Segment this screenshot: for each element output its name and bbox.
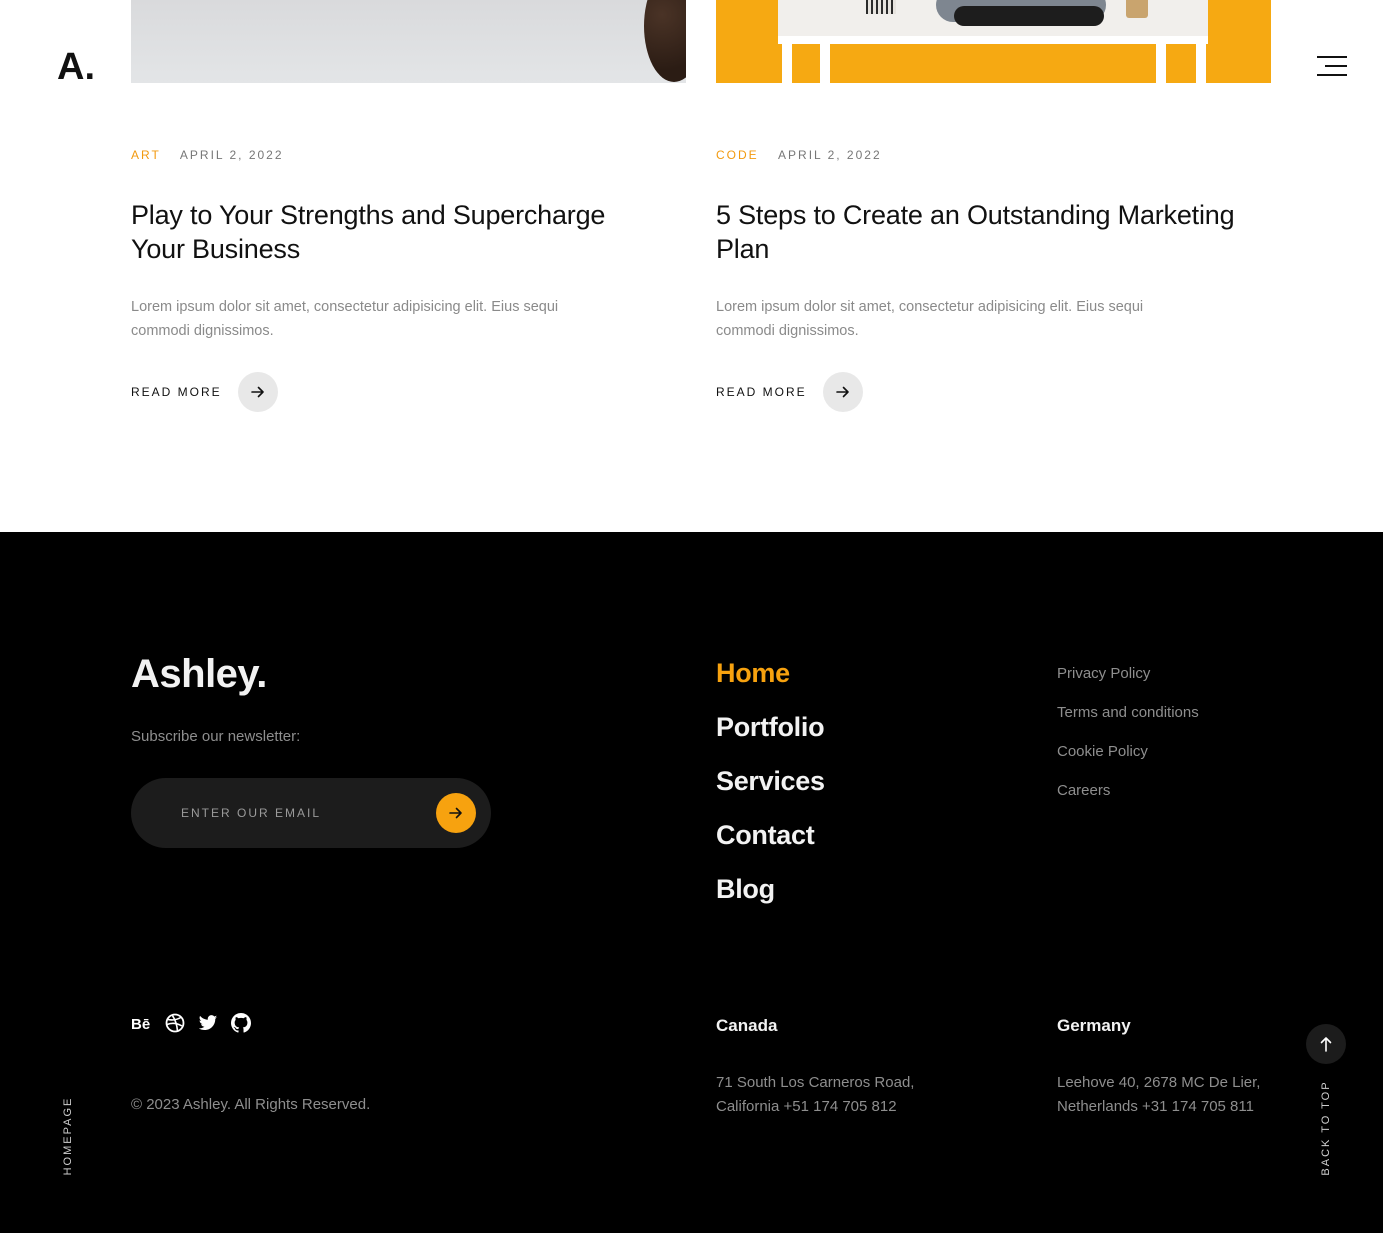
post-meta: CODE APRIL 2, 2022 <box>716 148 882 162</box>
office-address: Leehove 40, 2678 MC De Lier, Netherlands… <box>1057 1074 1261 1115</box>
footer-nav-contact[interactable]: Contact <box>716 808 825 862</box>
homepage-side-label: HOMEPAGE <box>62 1096 74 1176</box>
privacy-policy-link[interactable]: Privacy Policy <box>1057 654 1199 693</box>
post-date: APRIL 2, 2022 <box>179 148 284 162</box>
read-more-label: READ MORE <box>131 385 222 399</box>
arrow-up-icon <box>1320 1037 1332 1052</box>
office-country: Germany <box>1057 1016 1131 1035</box>
dribbble-icon[interactable] <box>164 1012 186 1034</box>
arrow-right-icon[interactable] <box>822 372 863 412</box>
footer-nav-portfolio[interactable]: Portfolio <box>716 700 825 754</box>
footer-nav-home[interactable]: Home <box>716 646 825 700</box>
footer-nav: Home Portfolio Services Contact Blog <box>716 646 825 916</box>
twitter-icon[interactable] <box>197 1012 219 1034</box>
github-icon[interactable] <box>230 1012 252 1034</box>
post-category[interactable]: CODE <box>716 148 759 162</box>
office-country: Canada <box>716 1016 778 1035</box>
footer-nav-blog[interactable]: Blog <box>716 862 825 916</box>
footer-nav-services[interactable]: Services <box>716 754 825 808</box>
terms-link[interactable]: Terms and conditions <box>1057 693 1199 732</box>
post-title[interactable]: 5 Steps to Create an Outstanding Marketi… <box>716 198 1236 266</box>
office-address: 71 South Los Carneros Road, California +… <box>716 1074 915 1115</box>
legal-links: Privacy Policy Terms and conditions Cook… <box>1057 654 1199 810</box>
back-to-top-label[interactable]: BACK TO TOP <box>1320 1080 1332 1175</box>
site-footer: Ashley. Subscribe our newsletter: Home P… <box>0 532 1383 1233</box>
post-thumbnail[interactable] <box>131 0 686 83</box>
footer-brand[interactable]: Ashley. <box>131 652 267 697</box>
cookie-policy-link[interactable]: Cookie Policy <box>1057 732 1199 771</box>
back-to-top-button[interactable] <box>1306 1024 1346 1064</box>
blog-section: A. ART APRIL 2, 2022 Play to Your Streng… <box>0 0 1383 532</box>
post-excerpt: Lorem ipsum dolor sit amet, consectetur … <box>716 299 1144 339</box>
careers-link[interactable]: Careers <box>1057 771 1199 810</box>
post-excerpt: Lorem ipsum dolor sit amet, consectetur … <box>131 299 559 339</box>
post-meta: ART APRIL 2, 2022 <box>131 148 284 162</box>
svg-text:Bē: Bē <box>131 1016 150 1030</box>
office-canada: Canada 71 South Los Carneros Road, Calif… <box>716 1016 956 1119</box>
arrow-right-icon[interactable] <box>237 372 278 412</box>
copyright-text: © 2023 Ashley. All Rights Reserved. <box>131 1096 371 1113</box>
behance-icon[interactable]: Bē <box>131 1012 153 1034</box>
subscribe-button[interactable] <box>436 793 476 833</box>
post-thumbnail[interactable] <box>716 0 1271 83</box>
post-title[interactable]: Play to Your Strengths and Supercharge Y… <box>131 198 651 266</box>
newsletter-label: Subscribe our newsletter: <box>131 728 301 745</box>
email-input[interactable] <box>181 802 441 824</box>
social-links: Bē <box>131 1012 252 1034</box>
post-date: APRIL 2, 2022 <box>778 148 882 162</box>
office-germany: Germany Leehove 40, 2678 MC De Lier, Net… <box>1057 1016 1297 1119</box>
post-category[interactable]: ART <box>131 148 161 162</box>
site-logo[interactable]: A. <box>57 46 95 89</box>
hamburger-menu-icon[interactable] <box>1317 56 1347 78</box>
read-more-label: READ MORE <box>716 385 807 399</box>
arrow-right-icon <box>449 807 462 819</box>
read-more-link[interactable]: READ MORE <box>131 372 278 412</box>
newsletter-form <box>131 778 491 848</box>
read-more-link[interactable]: READ MORE <box>716 372 863 412</box>
